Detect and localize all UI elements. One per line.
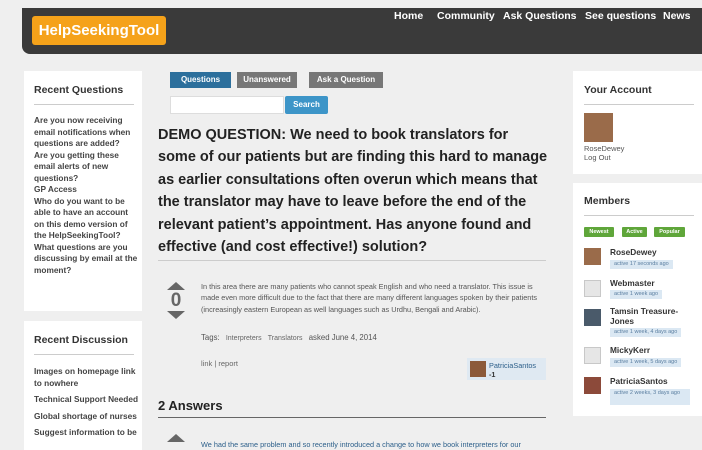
avatar	[470, 361, 486, 377]
nav-community[interactable]: Community	[437, 10, 495, 22]
filter-newest[interactable]: Newest	[584, 227, 614, 237]
search-input[interactable]	[170, 96, 284, 114]
asked-date: asked June 4, 2014	[308, 333, 377, 342]
tab-ask-question[interactable]: Ask a Question	[309, 72, 383, 88]
recent-question-item[interactable]: What questions are you discussing by ema…	[34, 242, 138, 277]
discussion-item[interactable]: Technical Support Needed	[34, 394, 140, 406]
tags-label: Tags:	[201, 333, 220, 342]
author-score: -1	[489, 370, 496, 379]
account-username[interactable]: RoseDewey	[584, 144, 624, 153]
upvote-icon[interactable]	[167, 282, 185, 290]
vote-count: 0	[170, 290, 182, 311]
avatar[interactable]	[584, 309, 601, 326]
member-name[interactable]: MickyKerr	[610, 345, 650, 356]
question-body: In this area there are many patients who…	[201, 282, 537, 314]
tag-interpreters[interactable]: Interpreters	[226, 335, 262, 342]
nav-see-questions[interactable]: See questions	[585, 10, 656, 22]
discussion-item[interactable]: Images on homepage link to nowhere	[34, 366, 140, 389]
member-name[interactable]: Webmaster	[610, 278, 655, 289]
avatar[interactable]	[584, 113, 613, 142]
upvote-icon[interactable]	[167, 434, 185, 442]
recent-questions-title: Recent Questions	[34, 84, 124, 96]
filter-active[interactable]: Active	[622, 227, 647, 237]
member-name[interactable]: Tamsin Treasure-Jones	[610, 306, 700, 326]
divider	[34, 104, 134, 105]
vote-control: 0	[166, 282, 186, 319]
member-activity: active 1 week, 4 days ago	[610, 328, 682, 337]
question-actions[interactable]: link | report	[201, 359, 238, 368]
avatar[interactable]	[584, 377, 601, 394]
divider	[584, 215, 694, 216]
tab-unanswered[interactable]: Unanswered	[237, 72, 297, 88]
avatar[interactable]	[584, 280, 601, 297]
author-name[interactable]: PatriciaSantos	[489, 361, 536, 370]
nav-home[interactable]: Home	[394, 10, 423, 22]
member-name[interactable]: PatriciaSantos	[610, 376, 668, 387]
site-logo[interactable]: HelpSeekingTool	[32, 16, 166, 45]
divider	[158, 260, 546, 261]
answers-heading: 2 Answers	[158, 398, 223, 413]
downvote-icon[interactable]	[167, 311, 185, 319]
question-meta: Tags: Interpreters Translators asked Jun…	[201, 333, 377, 342]
recent-discussion-panel: Recent Discussion Images on homepage lin…	[24, 321, 142, 450]
divider	[158, 417, 546, 418]
avatar[interactable]	[584, 248, 601, 265]
question-title: DEMO QUESTION: We need to book translato…	[158, 127, 548, 256]
member-activity: active 2 weeks, 3 days ago	[610, 389, 690, 405]
author-card[interactable]: PatriciaSantos -1	[467, 358, 546, 380]
discussion-item[interactable]: Suggest information to be	[34, 427, 140, 439]
answer-text: We had the same problem and so recently …	[201, 440, 521, 449]
avatar[interactable]	[584, 347, 601, 364]
member-activity: active 1 week ago	[610, 290, 663, 299]
recent-question-item[interactable]: Are you getting these email alerts of ne…	[34, 150, 138, 185]
divider	[34, 354, 134, 355]
divider	[584, 104, 694, 105]
member-activity: active 17 seconds ago	[610, 260, 673, 269]
nav-news[interactable]: News	[663, 10, 690, 22]
tag-translators[interactable]: Translators	[268, 335, 303, 342]
account-panel: Your Account RoseDewey Log Out	[573, 71, 702, 174]
discussion-item[interactable]: Global shortage of nurses	[34, 411, 140, 423]
account-title: Your Account	[584, 84, 652, 96]
recent-question-item[interactable]: GP Access	[34, 184, 138, 196]
tab-questions[interactable]: Questions	[170, 72, 231, 88]
nav-ask-questions[interactable]: Ask Questions	[503, 10, 577, 22]
filter-popular[interactable]: Popular	[654, 227, 685, 237]
search-button[interactable]: Search	[285, 96, 328, 114]
recent-questions-panel: Recent Questions Are you now receiving e…	[24, 71, 142, 311]
recent-question-item[interactable]: Are you now receiving email notification…	[34, 115, 138, 150]
member-name[interactable]: RoseDewey	[610, 247, 657, 258]
members-title: Members	[584, 195, 631, 207]
recent-question-item[interactable]: Who do you want to be able to have an ac…	[34, 196, 138, 242]
answer-vote-control	[166, 434, 186, 442]
member-activity: active 1 week, 5 days ago	[610, 358, 682, 367]
logout-link[interactable]: Log Out	[584, 153, 611, 162]
recent-discussion-title: Recent Discussion	[34, 334, 128, 346]
